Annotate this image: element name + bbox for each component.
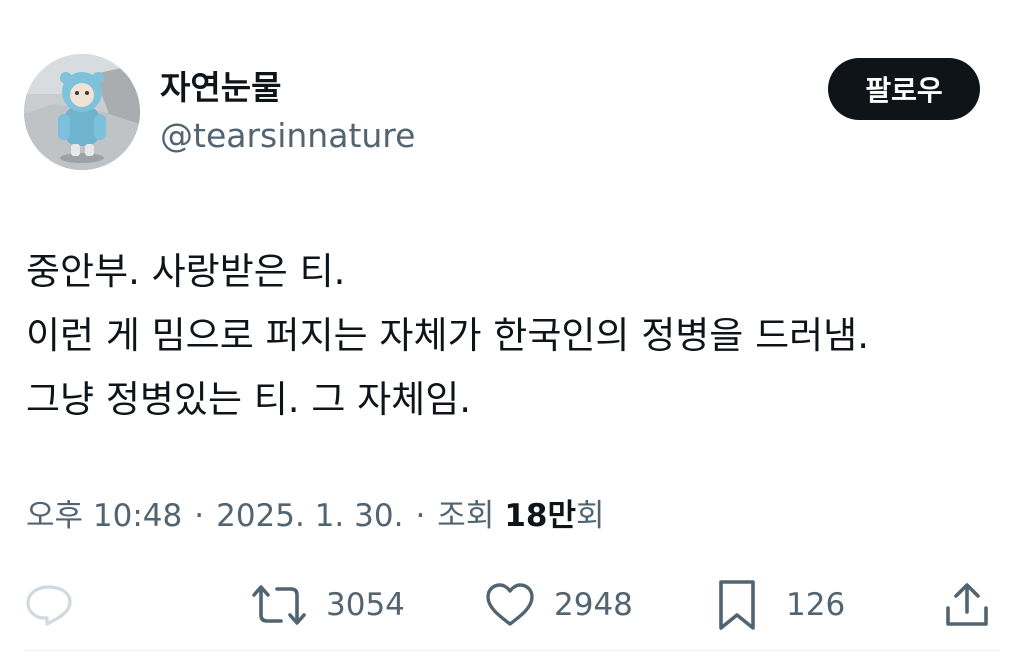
views-label: 조회 xyxy=(437,498,495,534)
divider xyxy=(24,650,1000,651)
bookmark-button[interactable]: 126 xyxy=(716,570,845,640)
tweet-text-line: 중안부. 사랑받은 티. xyxy=(26,250,346,293)
user-handle[interactable]: @tearsinnature xyxy=(160,114,415,158)
meta-separator: · xyxy=(194,498,205,534)
follow-button[interactable]: 팔로우 xyxy=(828,58,980,120)
views-count: 18만 xyxy=(504,498,577,534)
tweet-meta: 오후 10:48 · 2025. 1. 30. · 조회 18만 회 xyxy=(26,494,605,538)
like-count: 2948 xyxy=(554,587,633,623)
tweet-text-line: 이런 게 밈으로 퍼지는 자체가 한국인의 정병을 드러냄. xyxy=(26,314,869,357)
retweet-count: 3054 xyxy=(326,587,405,623)
post-time[interactable]: 오후 10:48 xyxy=(26,494,182,538)
tweet-text: 중안부. 사랑받은 티. 이런 게 밈으로 퍼지는 자체가 한국인의 정병을 드… xyxy=(26,240,996,432)
avatar[interactable] xyxy=(24,54,140,170)
retweet-icon xyxy=(252,585,306,625)
bookmark-icon xyxy=(719,580,755,630)
action-bar: 3054 2948 126 xyxy=(0,570,1024,640)
reply-button[interactable] xyxy=(24,570,74,640)
bookmark-count: 126 xyxy=(786,587,846,623)
views-suffix: 회 xyxy=(576,498,605,534)
retweet-button[interactable]: 3054 xyxy=(250,570,405,640)
like-button[interactable]: 2948 xyxy=(484,570,633,640)
share-upload-icon xyxy=(946,583,988,626)
post-date[interactable]: 2025. 1. 30. xyxy=(216,494,403,538)
avatar-image xyxy=(24,54,140,170)
share-button[interactable] xyxy=(944,570,990,640)
speech-bubble-icon xyxy=(26,585,72,626)
tweet-text-line: 그냥 정병있는 티. 그 자체임. xyxy=(26,378,472,421)
meta-separator: · xyxy=(415,498,426,534)
tweet-card: 자연눈물 @tearsinnature 팔로우 중안부. 사랑받은 티. 이런 … xyxy=(0,0,1024,662)
heart-icon xyxy=(486,583,534,626)
display-name[interactable]: 자연눈물 xyxy=(160,66,281,110)
